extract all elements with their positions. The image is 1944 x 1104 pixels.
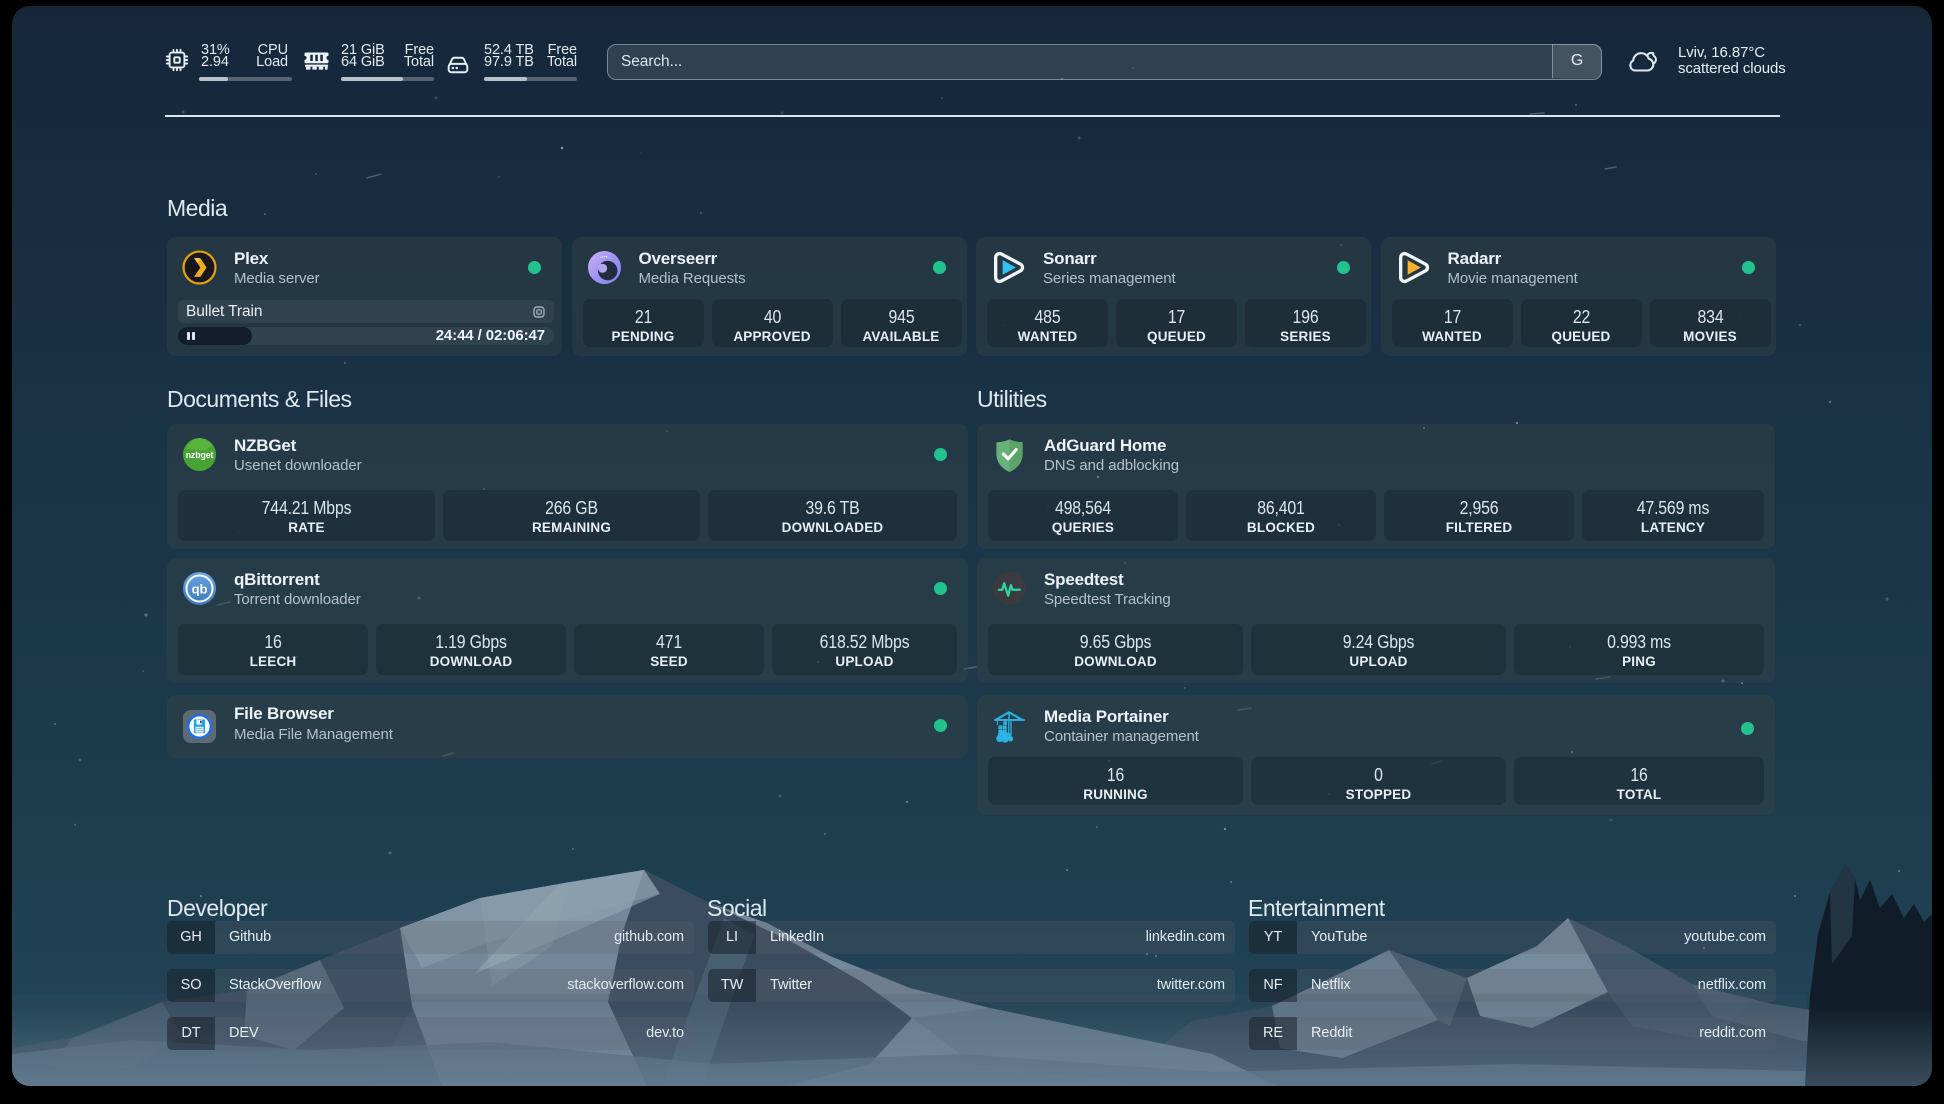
svg-text:qb: qb <box>192 581 208 596</box>
svg-text:nzbget: nzbget <box>186 450 214 460</box>
